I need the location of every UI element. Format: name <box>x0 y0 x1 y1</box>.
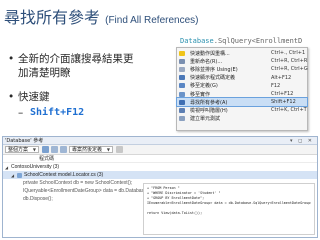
context-menu-item[interactable]: 移至實作 Ctrl+F12 <box>177 90 307 98</box>
sub-bullet-item: – Shift+F12 <box>18 106 138 120</box>
menu-item-label: 尋找所有參考(A) <box>190 99 228 106</box>
chevron-down-icon: ▼ <box>106 147 110 152</box>
context-menu: 快速動作與重構... Ctrl+., Ctrl+1 重新命名(R)... Ctrl+R… <box>176 47 308 131</box>
slide-title-main: 尋找所有參考 <box>4 8 101 27</box>
context-menu-item[interactable]: 檢視呼叫階層(H) Ctrl+K, Ctrl+T <box>177 106 307 114</box>
context-menu-item[interactable]: 快速顯示程式碼定義 Alt+F12 <box>177 74 307 82</box>
menu-item-shortcut: Alt+F12 <box>271 74 292 81</box>
menu-item-label: 移至實作 <box>190 91 211 98</box>
menu-item-label: 移除並排序 Using(E) <box>190 66 238 73</box>
menu-item-label: 檢視呼叫階層(H) <box>190 107 228 114</box>
result-tree-text: SchoolContext model.Locator.cs (3) <box>24 172 104 178</box>
column-header-code[interactable]: 程式碼 <box>3 155 317 163</box>
menu-item-shortcut: Ctrl+F12 <box>271 91 294 98</box>
menu-item-icon <box>179 75 185 81</box>
scope-dropdown-value: 整個方案 <box>8 147 29 153</box>
context-menu-item[interactable]: 重新命名(R)... Ctrl+R, Ctrl+R <box>177 57 307 65</box>
slide-title-english: (Find All References) <box>105 15 199 26</box>
code-text: SqlQuery<EnrollmentD <box>217 37 303 45</box>
panel-toolbar: 整個方案 ▼ 專案然後定義 ▼ <box>3 145 317 155</box>
menu-item-icon <box>179 107 185 113</box>
bullet-text: 全新的介面讓搜尋結果更加清楚明瞭 <box>18 53 134 79</box>
bullet-list: • 全新的介面讓搜尋結果更加清楚明瞭 • 快速鍵 – Shift+F12 <box>8 52 138 120</box>
panel-title-bar: 'Database' 參考 ▾ ◻ ✕ <box>3 137 317 145</box>
shortcut-key-text: Shift+F12 <box>30 107 85 118</box>
menu-item-icon <box>179 58 185 64</box>
keep-results-icon[interactable] <box>116 146 123 153</box>
grouping-dropdown[interactable]: 專案然後定義 ▼ <box>69 146 113 153</box>
code-keyword: Database <box>180 37 214 45</box>
panel-window-buttons[interactable]: ▾ ◻ ✕ <box>290 138 314 144</box>
find-all-references-panel: 'Database' 參考 ▾ ◻ ✕ 整個方案 ▼ 專案然後定義 ▼ 程式碼 … <box>2 136 318 238</box>
menu-item-label: 快速顯示程式碼定義 <box>190 75 236 82</box>
result-tree-row[interactable]: ◢ ContosoUniversity (3) <box>3 163 317 171</box>
result-tree-text: db.Dispose(); <box>23 196 53 202</box>
menu-item-icon <box>179 116 185 122</box>
result-tree-text: ContosoUniversity (3) <box>11 164 60 170</box>
menu-item-icon <box>179 66 185 72</box>
code-preview-line: return View(data.ToList()); <box>147 211 203 215</box>
bullet-item: • 快速鍵 <box>8 90 138 104</box>
context-menu-item[interactable]: 移除並排序 Using(E) Ctrl+R, Ctrl+G <box>177 65 308 73</box>
file-icon <box>17 172 22 178</box>
previous-icon[interactable] <box>51 146 58 153</box>
menu-item-shortcut: Ctrl+R, Ctrl+G <box>271 66 308 73</box>
copy-icon[interactable] <box>42 146 49 153</box>
menu-item-shortcut: Ctrl+K, Ctrl+T <box>271 107 307 114</box>
chevron-down-icon: ▼ <box>32 147 36 152</box>
menu-item-icon <box>179 99 185 105</box>
bullet-dot-icon: • <box>8 91 15 103</box>
context-menu-item[interactable]: 尋找所有參考(A) Shift+F12 <box>176 97 308 108</box>
menu-item-shortcut: Ctrl+R, Ctrl+R <box>271 58 308 65</box>
next-icon[interactable] <box>60 146 67 153</box>
context-menu-item[interactable]: 快速動作與重構... Ctrl+., Ctrl+1 <box>177 49 307 57</box>
menu-item-label: 移至定義(G) <box>190 83 218 90</box>
grouping-dropdown-value: 專案然後定義 <box>72 147 103 153</box>
result-tree-text: private SchoolContext db = new SchoolCon… <box>23 180 133 186</box>
scope-dropdown[interactable]: 整個方案 ▼ <box>5 146 39 153</box>
menu-item-label: 重新命名(R)... <box>190 58 223 65</box>
context-menu-item[interactable]: 建立單元測試 <box>177 115 307 123</box>
panel-title: 'Database' 參考 <box>5 138 44 144</box>
sub-bullet-dash: – <box>18 107 24 119</box>
menu-item-shortcut: F12 <box>271 82 281 89</box>
menu-item-icon <box>179 83 185 89</box>
result-tree-row[interactable]: ◢ SchoolContext model.Locator.cs (3) <box>3 171 317 179</box>
bullet-dot-icon: • <box>8 53 15 65</box>
bullet-text: 快速鍵 <box>18 91 50 103</box>
menu-item-shortcut: Ctrl+., Ctrl+1 <box>271 50 306 57</box>
slide-title: 尋找所有參考 (Find All References) <box>4 4 198 28</box>
menu-item-icon <box>179 91 185 97</box>
code-preview-line: IEnumerable<EnrollmentDateGroup> data = … <box>147 201 311 205</box>
menu-item-label: 快速動作與重構... <box>190 50 230 57</box>
bullet-item: • 全新的介面讓搜尋結果更加清楚明瞭 <box>8 52 138 80</box>
menu-item-shortcut: Shift+F12 <box>271 99 296 106</box>
menu-item-icon <box>179 50 185 56</box>
menu-item-label: 建立單元測試 <box>190 116 221 123</box>
code-preview: + "FROM Person " + "WHERE Discriminator =… <box>143 183 315 235</box>
context-menu-item[interactable]: 移至定義(G) F12 <box>177 82 307 90</box>
